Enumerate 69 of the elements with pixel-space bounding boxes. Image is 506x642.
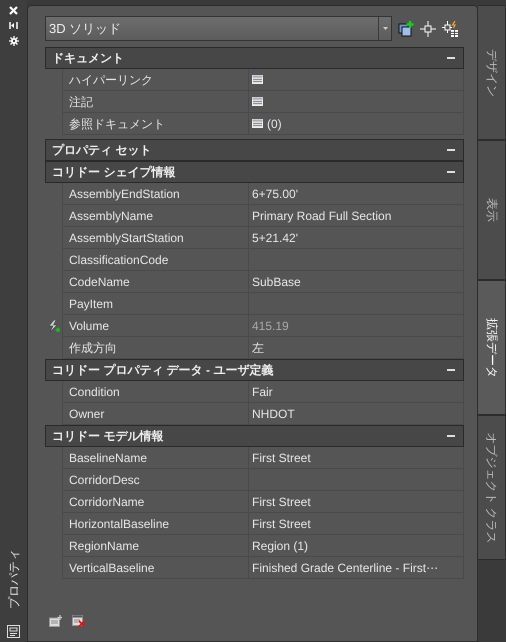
add-item-icon[interactable] (49, 615, 62, 627)
section-header[interactable]: コリドー プロパティ データ - ユーザ定義 (45, 359, 464, 381)
value-cell[interactable]: First Street (249, 491, 464, 513)
value-cell[interactable] (249, 69, 464, 91)
list-icon (252, 97, 263, 106)
palette-title: プロパティ (6, 549, 22, 609)
property-value: Fair (252, 384, 273, 400)
side-tab[interactable]: オブジェクト クラス (478, 415, 506, 560)
section-header[interactable]: プロパティ セット (45, 139, 464, 161)
property-label: HorizontalBaseline (62, 513, 249, 535)
close-icon[interactable] (9, 6, 18, 15)
property-value: 415.19 (252, 318, 289, 334)
property-label: CorridorName (62, 491, 249, 513)
add-to-selection-icon[interactable] (398, 20, 414, 36)
palette-icon[interactable] (7, 625, 20, 638)
section-header[interactable]: コリドー シェイプ情報 (45, 161, 464, 183)
value-cell[interactable]: (0) (249, 113, 464, 135)
property-value: Primary Road Full Section (252, 208, 392, 224)
value-cell[interactable]: Primary Road Full Section (249, 205, 464, 227)
property-label: VerticalBaseline (62, 557, 249, 579)
property-value: Region (1) (252, 538, 308, 554)
property-value: 左 (252, 340, 264, 356)
side-tab[interactable]: 表示 (478, 140, 506, 280)
object-type-dropdown[interactable]: 3D ソリッド (45, 16, 392, 41)
side-tab[interactable]: デザイン (478, 5, 506, 140)
property-value: 5+21.42' (252, 230, 298, 246)
value-cell[interactable]: Finished Grade Centerline - First⋯ (249, 557, 464, 579)
lightning-icon (48, 320, 60, 332)
value-cell[interactable]: First Street (249, 447, 464, 469)
property-value: First Street (252, 494, 311, 510)
list-icon (252, 75, 263, 84)
value-cell[interactable] (249, 91, 464, 113)
property-value: First Street (252, 516, 311, 532)
property-label: ClassificationCode (62, 249, 249, 271)
section-header[interactable]: ドキュメント (45, 47, 464, 69)
property-label: CorridorDesc (62, 469, 249, 491)
property-label: BaselineName (62, 447, 249, 469)
remove-item-icon[interactable] (72, 615, 85, 627)
property-value: SubBase (252, 274, 301, 290)
select-objects-icon[interactable] (420, 20, 436, 36)
property-label: AssemblyName (62, 205, 249, 227)
property-label: PayItem (62, 293, 249, 315)
value-cell[interactable]: Fair (249, 381, 464, 403)
property-label: CodeName (62, 271, 249, 293)
value-cell[interactable]: Region (1) (249, 535, 464, 557)
value-cell[interactable]: First Street (249, 513, 464, 535)
section-header[interactable]: コリドー モデル情報 (45, 425, 464, 447)
property-label: 参照ドキュメント (62, 113, 249, 135)
property-value: NHDOT (252, 406, 295, 422)
property-label: AssemblyEndStation (62, 183, 249, 205)
auto-hide-icon[interactable] (9, 21, 18, 30)
property-value: 6+75.00' (252, 186, 298, 202)
property-label: RegionName (62, 535, 249, 557)
side-tab[interactable]: 拡張データ (478, 280, 506, 415)
list-icon (252, 119, 263, 128)
property-value: (0) (267, 116, 282, 132)
property-label: Condition (62, 381, 249, 403)
property-label: 注記 (62, 91, 249, 113)
value-cell[interactable]: 6+75.00' (249, 183, 464, 205)
settings-icon[interactable] (8, 36, 18, 46)
caret-icon (382, 27, 388, 30)
property-label: ハイパーリンク (62, 69, 249, 91)
property-value: First Street (252, 450, 311, 466)
property-label: Volume (62, 315, 249, 337)
property-value: Finished Grade Centerline - First⋯ (252, 560, 438, 576)
quick-select-icon[interactable] (442, 20, 458, 36)
property-label: AssemblyStartStation (62, 227, 249, 249)
value-cell[interactable]: SubBase (249, 271, 464, 293)
value-cell[interactable]: 5+21.42' (249, 227, 464, 249)
